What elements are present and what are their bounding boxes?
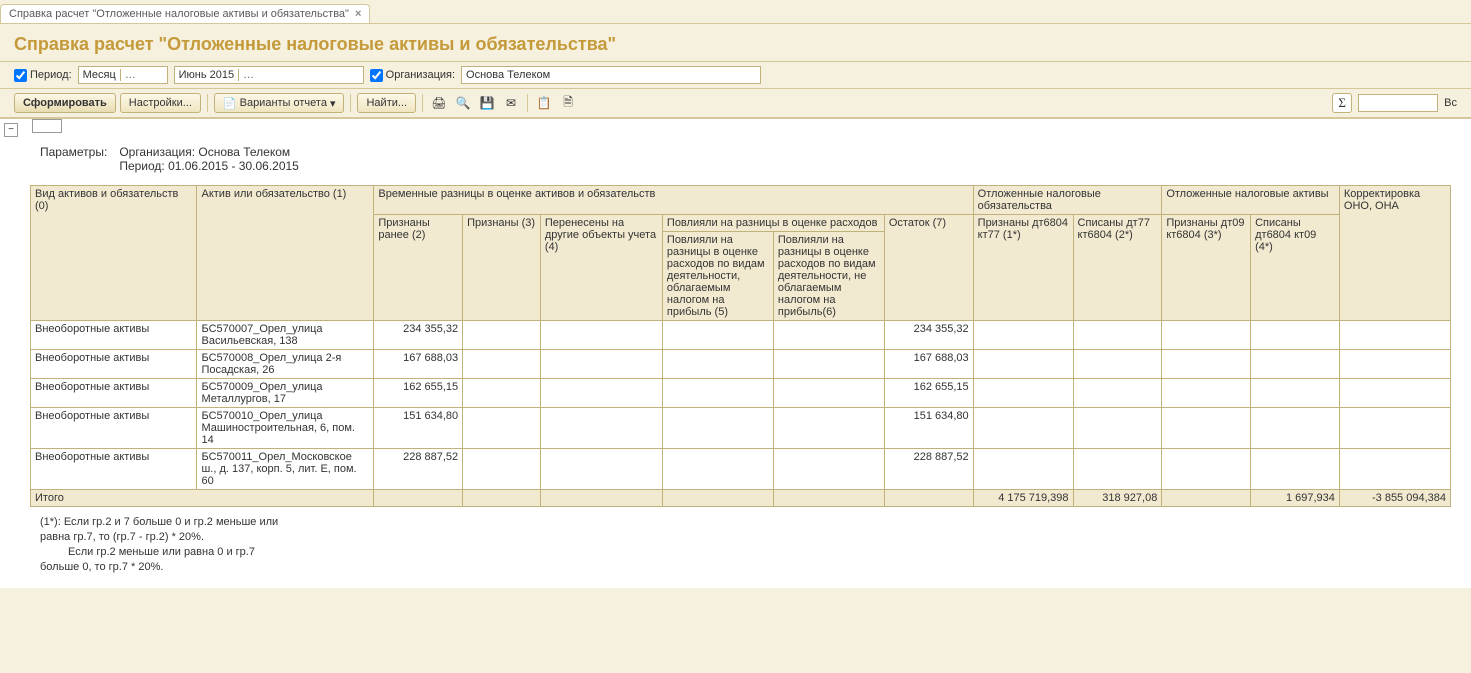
col-c6: Повлияли на разницы в оценке расходов по… — [773, 232, 884, 321]
col-c4s: Списаны дт6804 кт09 (4*) — [1251, 215, 1340, 321]
col-correction: Корректировка ОНО, ОНА — [1339, 186, 1450, 321]
preview-icon[interactable]: 🔍 — [453, 93, 473, 113]
table-row[interactable]: Внеоборотные активыБС570007_Орел_улица В… — [31, 321, 1451, 350]
table-row[interactable]: Внеоборотные активыБС570008_Орел_улица 2… — [31, 350, 1451, 379]
copy-icon[interactable]: 📋 — [534, 93, 554, 113]
mail-icon[interactable]: ✉ — [501, 93, 521, 113]
parameters-block: Параметры: Организация: Основа Телеком П… — [0, 141, 1471, 185]
variants-icon: 📄 — [223, 97, 237, 110]
dropdown-icon: ▾ — [330, 97, 336, 110]
col-c4: Перенесены на другие объекты учета (4) — [540, 215, 662, 321]
collapse-icon[interactable]: − — [4, 123, 18, 137]
selector-box[interactable] — [32, 119, 62, 133]
table-row[interactable]: Внеоборотные активыБС570009_Орел_улица М… — [31, 379, 1451, 408]
export-icon[interactable]: 🗎 — [558, 93, 578, 113]
org-input[interactable]: Основа Телеком — [461, 66, 761, 84]
settings-button[interactable]: Настройки... — [120, 93, 201, 113]
save-icon[interactable]: 💾 — [477, 93, 497, 113]
col-c3: Признаны (3) — [463, 215, 541, 321]
print-icon[interactable]: 🖨 — [429, 93, 449, 113]
period-type-select[interactable]: Месяц … — [78, 66, 168, 84]
ellipsis-icon[interactable]: … — [238, 69, 254, 81]
col-group-exp: Повлияли на разницы в оценке расходов — [662, 215, 884, 232]
org-checkbox[interactable]: Организация: — [370, 69, 455, 82]
sum-icon[interactable]: Σ — [1332, 93, 1352, 113]
close-icon[interactable]: × — [355, 8, 361, 20]
period-checkbox[interactable]: Период: — [14, 69, 72, 82]
tab-title: Справка расчет "Отложенные налоговые акт… — [9, 8, 349, 20]
period-value-select[interactable]: Июнь 2015 … — [174, 66, 364, 84]
report-table: Вид активов и обязательств (0) Актив или… — [30, 185, 1451, 507]
sum-field[interactable] — [1358, 94, 1438, 112]
col-group-asset: Отложенные налоговые активы — [1162, 186, 1340, 215]
col-c1s: Признаны дт6804 кт77 (1*) — [973, 215, 1073, 321]
table-row[interactable]: Внеоборотные активыБС570010_Орел_улица М… — [31, 408, 1451, 449]
page-title: Справка расчет "Отложенные налоговые акт… — [14, 34, 1457, 55]
col-c5: Повлияли на разницы в оценке расходов по… — [662, 232, 773, 321]
find-button[interactable]: Найти... — [357, 93, 416, 113]
generate-button[interactable]: Сформировать — [14, 93, 116, 113]
table-row[interactable]: Внеоборотные активыБС570011_Орел_Московс… — [31, 449, 1451, 490]
col-c3s: Признаны дт09 кт6804 (3*) — [1162, 215, 1251, 321]
col-asset-type: Вид активов и обязательств (0) — [31, 186, 197, 321]
tab-report[interactable]: Справка расчет "Отложенные налоговые акт… — [0, 4, 370, 23]
col-c2s: Списаны дт77 кт6804 (2*) — [1073, 215, 1162, 321]
table-total-row: Итого4 175 719,398318 927,081 697,934-3 … — [31, 490, 1451, 507]
footnotes: (1*): Если гр.2 и 7 больше 0 и гр.2 мень… — [0, 507, 1471, 588]
report-variants-button[interactable]: 📄 Варианты отчета ▾ — [214, 93, 345, 113]
param-period: Период: 01.06.2015 - 30.06.2015 — [119, 159, 299, 173]
col-group-liab: Отложенные налоговые обязательства — [973, 186, 1162, 215]
ellipsis-icon[interactable]: … — [120, 69, 136, 81]
all-toggle[interactable]: Вс — [1444, 97, 1457, 109]
col-c2: Признаны ранее (2) — [374, 215, 463, 321]
col-asset: Актив или обязательство (1) — [197, 186, 374, 321]
col-c7: Остаток (7) — [884, 215, 973, 321]
parameters-label: Параметры: — [40, 145, 107, 173]
col-group-diff: Временные разницы в оценке активов и обя… — [374, 186, 973, 215]
param-org: Организация: Основа Телеком — [119, 145, 299, 159]
